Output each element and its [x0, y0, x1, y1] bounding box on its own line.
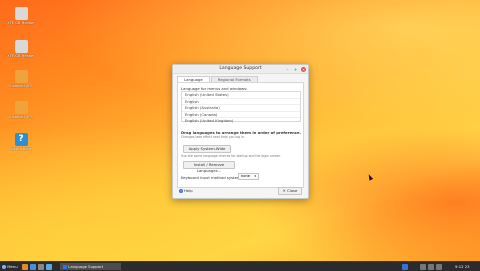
desktop-icon-1[interactable]: XFE GB Header — [3, 7, 39, 26]
menu-icon — [2, 265, 6, 269]
desktop-icon-label: Installed XFE — [9, 84, 33, 88]
help-label: Help — [184, 188, 193, 193]
taskbar-window-language-support[interactable]: Language Support — [60, 263, 121, 270]
apply-note: Use the same language choices for startu… — [181, 154, 282, 158]
desktop-icon-label: XFE GB Header — [7, 54, 35, 58]
folder-icon — [14, 101, 28, 114]
close-button-label: Close — [287, 188, 298, 193]
chevron-down-icon: ▾ — [254, 174, 256, 178]
language-support-window: Language Support – + × Language Regional… — [172, 64, 309, 199]
keyboard-input-select[interactable]: none ▾ — [238, 173, 259, 180]
terminal-icon[interactable] — [38, 263, 44, 270]
battery-icon — [436, 263, 442, 270]
menu-button[interactable]: Menu — [2, 263, 18, 270]
settings-icon[interactable] — [46, 263, 52, 270]
menu-label: Menu — [7, 264, 18, 269]
file-manager-icon[interactable] — [30, 263, 36, 270]
folder-icon — [14, 70, 28, 83]
close-icon[interactable]: × — [301, 66, 306, 72]
list-item[interactable]: English — [182, 99, 300, 106]
desktop-icon-4[interactable]: Installed XFE — [3, 101, 39, 120]
keyboard-input-value: none — [241, 174, 250, 178]
language-list[interactable]: English (United States) English English … — [181, 91, 301, 124]
workspace-icon[interactable] — [402, 263, 408, 270]
keyboard-input-label: Keyboard input method system: — [181, 175, 242, 180]
list-item[interactable]: English (United Kingdom) — [182, 118, 300, 124]
file-icon — [14, 7, 28, 20]
language-support-icon — [63, 265, 67, 269]
install-remove-languages-button[interactable]: Install / Remove Languages... — [183, 161, 235, 173]
browser-icon[interactable] — [22, 263, 28, 270]
desktop-icon-2[interactable]: XFE GB Header — [3, 40, 39, 59]
file-icon — [14, 40, 28, 53]
help-button[interactable]: ? Help — [179, 187, 193, 194]
list-item[interactable]: English (United States) — [182, 92, 300, 99]
apply-system-wide-button[interactable]: Apply System-Wide — [183, 145, 231, 153]
list-item[interactable]: English (Canada) — [182, 112, 300, 119]
network-icon — [420, 263, 426, 270]
taskbar-window-label: Language Support — [68, 264, 104, 269]
window-titlebar[interactable]: Language Support – + × — [173, 65, 308, 74]
desktop-icon-label: Installed XFE — [9, 115, 33, 119]
clock[interactable]: 9:12 23 — [455, 263, 470, 270]
mouse-pointer-icon — [366, 173, 374, 181]
list-item[interactable]: English (Australia) — [182, 105, 300, 112]
drag-hint-note: Changes take effect next time you log in… — [181, 135, 245, 139]
language-panel: Language for menus and windows: English … — [177, 82, 304, 188]
desktop-icon-label: XFE GB Header — [7, 21, 35, 25]
maximize-icon[interactable]: + — [293, 67, 298, 72]
close-icon: ✕ — [282, 188, 286, 193]
help-icon: ? — [14, 133, 28, 146]
desktop-icon-5[interactable]: ? Instructions — [3, 133, 39, 152]
volume-icon[interactable] — [428, 263, 434, 270]
desktop-icon-label: Instructions — [10, 147, 32, 151]
desktop-icon-3[interactable]: Installed XFE — [3, 70, 39, 89]
help-icon: ? — [179, 189, 183, 193]
minimize-icon[interactable]: – — [285, 67, 290, 72]
close-button[interactable]: ✕ Close — [278, 187, 302, 195]
